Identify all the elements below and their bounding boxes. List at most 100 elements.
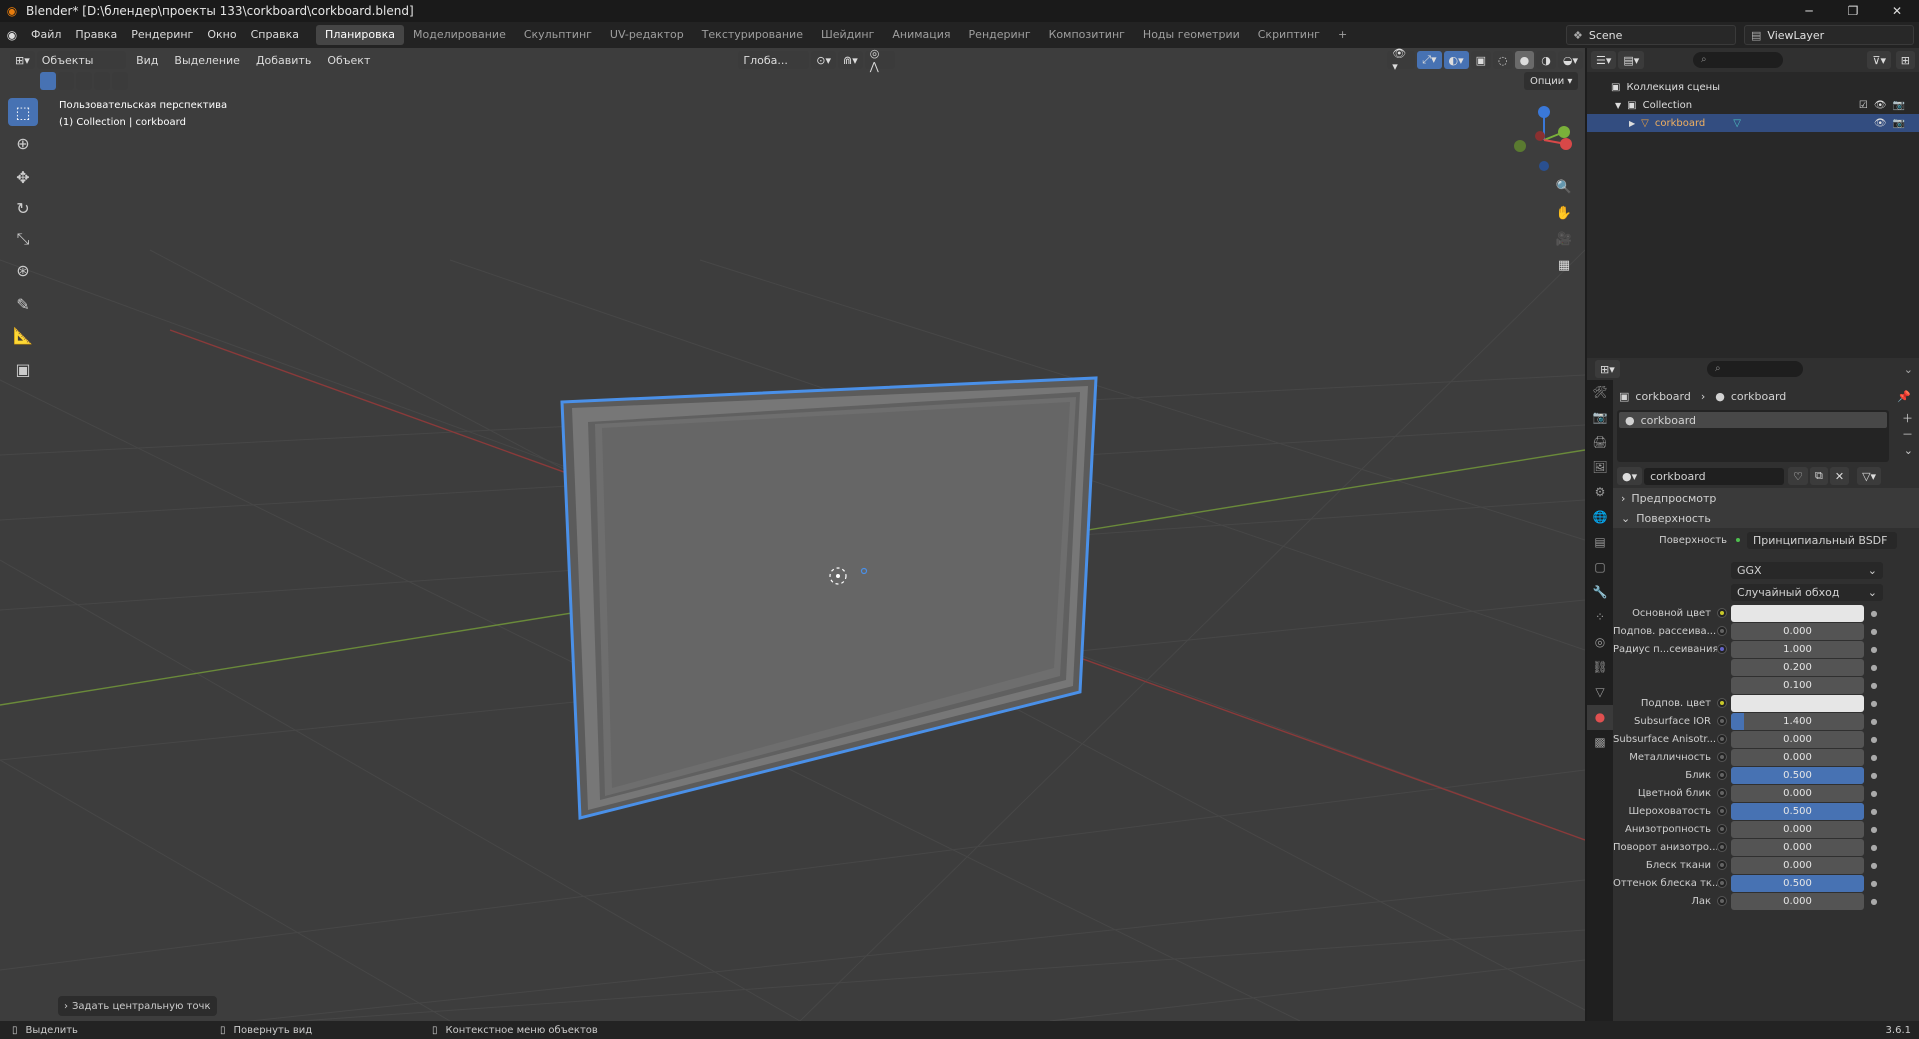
solid-shading-icon[interactable]: ● (1514, 51, 1535, 69)
material-shading-icon[interactable]: ◑ (1536, 51, 1556, 69)
data-tab-icon[interactable]: ▽ (1587, 680, 1613, 705)
blender-menu-icon[interactable]: ◉ (0, 28, 24, 42)
collection-tab-icon[interactable]: ▤ (1587, 530, 1613, 555)
chevron-down-icon[interactable]: ⌄ (1904, 444, 1913, 457)
keyframe-dot-icon[interactable]: ● (1868, 627, 1880, 636)
socket-icon[interactable] (1717, 608, 1727, 618)
rotate-tool-icon[interactable]: ↻ (8, 194, 38, 222)
value-slider[interactable]: 1.000 (1731, 640, 1864, 658)
tab-modeling[interactable]: Моделирование (404, 25, 515, 45)
menu-file[interactable]: Файл (24, 22, 68, 48)
close-icon[interactable]: ✕ (1875, 0, 1919, 22)
material-slot-list[interactable]: ● corkboard (1617, 410, 1889, 462)
filter-icon[interactable]: ⊽▾ (1867, 51, 1891, 69)
keyframe-dot-icon[interactable]: ● (1868, 699, 1880, 708)
annotate-tool-icon[interactable]: ✎ (8, 290, 38, 318)
socket-icon[interactable] (1717, 860, 1727, 870)
transform-tool-icon[interactable]: ⊛ (8, 256, 38, 284)
editor-type-icon[interactable]: ⊞▾ (10, 51, 35, 69)
socket-icon[interactable] (1717, 896, 1727, 906)
physics-tab-icon[interactable]: ◎ (1587, 630, 1613, 655)
expand-icon[interactable]: ▼ (1615, 101, 1621, 110)
keyframe-dot-icon[interactable]: ● (1868, 825, 1880, 834)
tab-scripting[interactable]: Скриптинг (1249, 25, 1329, 45)
properties-search-input[interactable]: ⌕ (1707, 361, 1803, 377)
color-swatch[interactable] (1731, 604, 1864, 622)
keyframe-dot-icon[interactable]: ● (1868, 717, 1880, 726)
keyframe-dot-icon[interactable]: ● (1868, 807, 1880, 816)
pivot-icon[interactable]: ⊙▾ (811, 51, 837, 69)
last-operator-panel[interactable]: › Задать центральную точк (58, 996, 217, 1016)
object-tab-icon[interactable]: ▢ (1587, 555, 1613, 580)
camera-icon[interactable]: 📷 (1893, 100, 1911, 111)
keyframe-dot-icon[interactable]: ● (1868, 753, 1880, 762)
options-dropdown[interactable]: Опции ▾ (1524, 72, 1579, 90)
output-tab-icon[interactable]: 🖨 (1587, 430, 1613, 455)
value-slider[interactable]: 0.200 (1731, 658, 1864, 676)
expand-icon[interactable]: ▶ (1629, 119, 1635, 128)
socket-icon[interactable] (1717, 698, 1727, 708)
camera-icon[interactable]: 📷 (1893, 118, 1911, 129)
mode-dropdown[interactable]: Объекты (36, 51, 127, 69)
view-layer-tab-icon[interactable]: 🖼 (1587, 455, 1613, 480)
material-tab-icon[interactable]: ● (1587, 705, 1613, 730)
socket-icon[interactable] (1717, 734, 1727, 744)
select-box-tool-icon[interactable]: ⬚ (8, 98, 38, 126)
keyframe-dot-icon[interactable]: ● (1868, 681, 1880, 690)
display-mode-icon[interactable]: ▤▾ (1618, 51, 1645, 69)
value-slider[interactable]: 0.000 (1731, 622, 1864, 640)
eye-icon[interactable]: 👁 (1874, 100, 1893, 111)
add-workspace-button[interactable]: + (1329, 25, 1356, 45)
tab-geometry-nodes[interactable]: Ноды геометрии (1134, 25, 1249, 45)
keyframe-dot-icon[interactable]: ● (1868, 645, 1880, 654)
tab-texture-paint[interactable]: Текстурирование (693, 25, 812, 45)
scene-selector[interactable]: ❖ Scene (1566, 25, 1736, 45)
menu-select[interactable]: Выделение (166, 54, 248, 67)
add-cube-tool-icon[interactable]: ▣ (8, 355, 38, 383)
wireframe-shading-icon[interactable]: ◌ (1493, 51, 1513, 69)
select-intersect-icon[interactable] (112, 72, 128, 90)
material-slot-item[interactable]: ● corkboard (1619, 412, 1887, 428)
surface-panel-header[interactable]: ⌄ Поверхность (1613, 508, 1919, 528)
select-extend-icon[interactable] (58, 72, 74, 90)
socket-icon[interactable] (1717, 788, 1727, 798)
socket-icon[interactable] (1717, 770, 1727, 780)
socket-icon[interactable] (1717, 878, 1727, 888)
socket-icon[interactable] (1717, 626, 1727, 636)
keyframe-dot-icon[interactable]: ● (1868, 663, 1880, 672)
value-slider[interactable]: 0.000 (1731, 892, 1864, 910)
keyframe-dot-icon[interactable]: ● (1868, 609, 1880, 618)
socket-icon[interactable] (1717, 644, 1727, 654)
color-swatch[interactable] (1731, 694, 1864, 712)
gizmo-icon[interactable]: ⤢▾ (1417, 51, 1442, 69)
remove-slot-icon[interactable]: － (1902, 426, 1913, 442)
constraints-tab-icon[interactable]: ⛓ (1587, 655, 1613, 680)
proportional-edit-icon[interactable]: ◎ ⋀ (864, 48, 896, 73)
move-tool-icon[interactable]: ✥ (8, 163, 38, 191)
browse-material-icon[interactable]: ●▾ (1617, 467, 1643, 485)
tab-sculpting[interactable]: Скульптинг (515, 25, 601, 45)
subsurface-method-dropdown[interactable]: Случайный обход ⌄ (1731, 583, 1883, 601)
value-slider[interactable]: 0.000 (1731, 748, 1864, 766)
overlays-icon[interactable]: ◐▾ (1443, 51, 1469, 69)
value-slider[interactable]: 1.400 (1731, 712, 1864, 730)
snap-icon[interactable]: ⋒▾ (838, 51, 863, 69)
keyframe-dot-icon[interactable]: ● (1868, 843, 1880, 852)
render-tab-icon[interactable]: 📷 (1587, 405, 1613, 430)
scale-tool-icon[interactable]: ⤡ (8, 225, 38, 253)
socket-icon[interactable] (1717, 806, 1727, 816)
scene-tab-icon[interactable]: ⚙ (1587, 480, 1613, 505)
view-layer-selector[interactable]: ▤ ViewLayer (1744, 25, 1914, 45)
new-collection-icon[interactable]: ⊞ (1895, 51, 1915, 69)
camera-view-icon[interactable]: 🎥 (1553, 228, 1575, 250)
add-slot-icon[interactable]: ＋ (1902, 410, 1913, 426)
properties-editor-type-icon[interactable]: ⊞▾ (1595, 360, 1620, 378)
keyframe-dot-icon[interactable]: ● (1868, 897, 1880, 906)
perspective-toggle-icon[interactable]: ▦ (1553, 254, 1575, 276)
scene-collection-row[interactable]: ▣ Коллекция сцены (1587, 78, 1919, 96)
value-slider[interactable]: 0.000 (1731, 730, 1864, 748)
navigation-gizmo[interactable] (1504, 100, 1584, 180)
chevron-down-icon[interactable]: ⌄ (1904, 363, 1913, 376)
particles-tab-icon[interactable]: ⁘ (1587, 605, 1613, 630)
outliner-search-input[interactable]: ⌕ (1693, 52, 1783, 68)
